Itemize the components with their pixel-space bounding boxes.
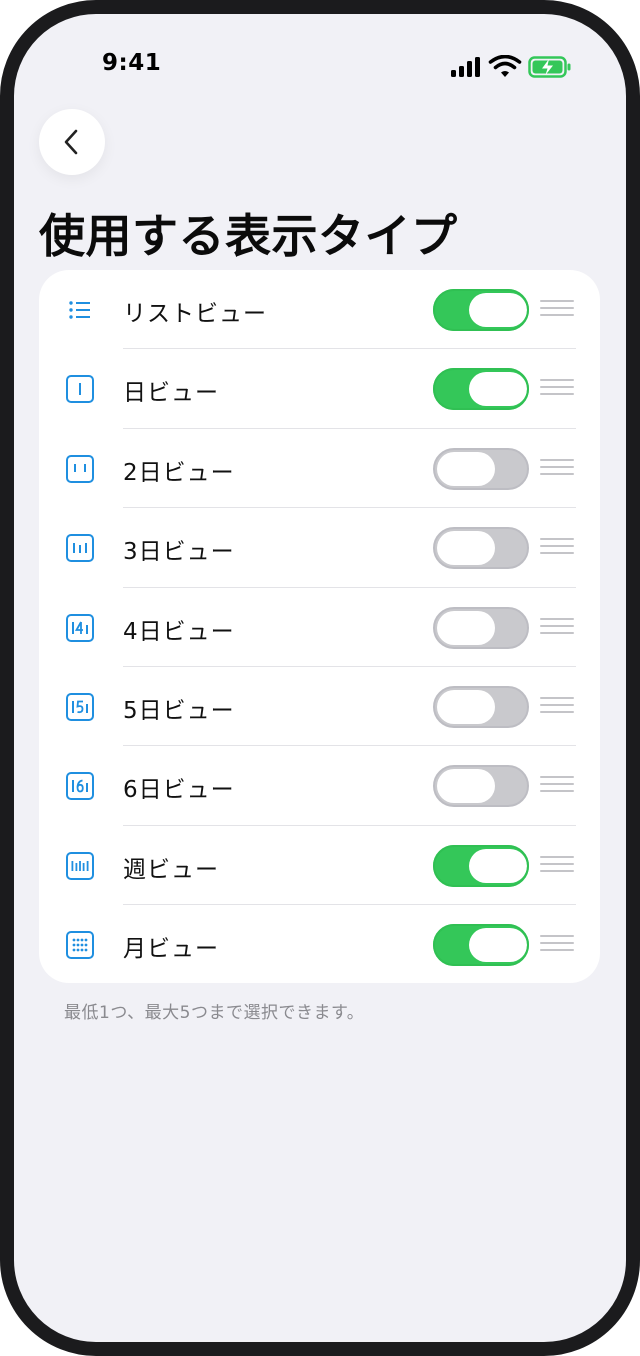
view-toggle[interactable]: [433, 765, 529, 808]
item-label: 3日ビュー: [123, 539, 235, 566]
phone-screen: 9:41 使用する表示タイプ リストビュー 日ビュー 2日ビュー 3日ビュー 4…: [0, 0, 640, 1356]
view-toggle[interactable]: [433, 686, 529, 728]
item-label: 日ビュー: [123, 380, 219, 407]
item-label: 6日ビュー: [123, 777, 235, 804]
view-toggle[interactable]: [433, 606, 529, 649]
week-view-icon: [66, 851, 94, 880]
five-day-view-icon: [66, 693, 94, 721]
drag-handle-icon[interactable]: [540, 776, 574, 796]
status-icons: [450, 54, 572, 80]
item-label: リストビュー: [123, 301, 267, 327]
drag-handle-icon[interactable]: [540, 855, 574, 876]
view-toggle[interactable]: [433, 368, 529, 411]
drag-handle-icon[interactable]: [540, 458, 574, 479]
drag-handle-icon[interactable]: [540, 538, 574, 558]
item-label: 月ビュー: [123, 936, 219, 963]
drag-handle-icon[interactable]: [540, 300, 574, 320]
drag-handle-icon[interactable]: [540, 379, 574, 399]
drag-handle-icon[interactable]: [540, 697, 574, 717]
list-item: 日ビュー: [39, 349, 600, 429]
toggle-knob: [469, 372, 527, 407]
wifi-icon: [488, 55, 522, 77]
view-toggle[interactable]: [433, 844, 529, 887]
toggle-knob: [469, 928, 527, 963]
toggle-knob: [437, 451, 495, 486]
item-label: 5日ビュー: [123, 698, 235, 724]
toggle-knob: [437, 610, 495, 645]
toggle-knob: [437, 769, 495, 804]
list-item: 4日ビュー: [39, 588, 600, 667]
six-day-view-icon: [66, 772, 94, 801]
selection-hint: 最低1つ、最大5つまで選択できます。: [64, 1003, 365, 1023]
toggle-knob: [437, 531, 495, 566]
drag-handle-icon[interactable]: [540, 935, 574, 955]
list-item: 3日ビュー: [39, 508, 600, 588]
list-item: 週ビュー: [39, 826, 600, 906]
view-toggle[interactable]: [433, 527, 529, 570]
item-label: 4日ビュー: [123, 618, 235, 645]
toggle-knob: [469, 293, 527, 327]
four-day-view-icon: [66, 613, 94, 642]
drag-handle-icon[interactable]: [540, 617, 574, 638]
two-day-view-icon: [66, 454, 94, 483]
day-view-icon: [66, 375, 94, 404]
item-label: 2日ビュー: [123, 459, 235, 486]
view-toggle[interactable]: [433, 289, 529, 331]
month-view-icon: [66, 931, 94, 960]
page-title: 使用する表示タイプ: [39, 209, 458, 263]
item-label: 週ビュー: [123, 856, 219, 883]
three-day-view-icon: [66, 534, 94, 563]
status-time: 9:41: [102, 50, 162, 76]
signal-icon: [451, 57, 480, 77]
view-type-list: リストビュー 日ビュー 2日ビュー 3日ビュー 4日ビュー 5日ビュー 6日ビュ…: [39, 270, 600, 983]
list-item: リストビュー: [39, 270, 600, 350]
toggle-knob: [437, 690, 495, 724]
back-button[interactable]: [39, 109, 105, 175]
view-toggle[interactable]: [433, 924, 529, 967]
status-bar: 9:41: [14, 14, 626, 104]
chevron-left-icon: [64, 129, 78, 155]
view-toggle[interactable]: [433, 447, 529, 490]
list-item: 5日ビュー: [39, 667, 600, 747]
battery-charging-icon: [528, 56, 571, 78]
list-item: 6日ビュー: [39, 746, 600, 826]
toggle-knob: [469, 848, 527, 883]
list-item: 2日ビュー: [39, 429, 600, 509]
list-icon: [69, 301, 90, 319]
list-item: 月ビュー: [39, 905, 600, 983]
